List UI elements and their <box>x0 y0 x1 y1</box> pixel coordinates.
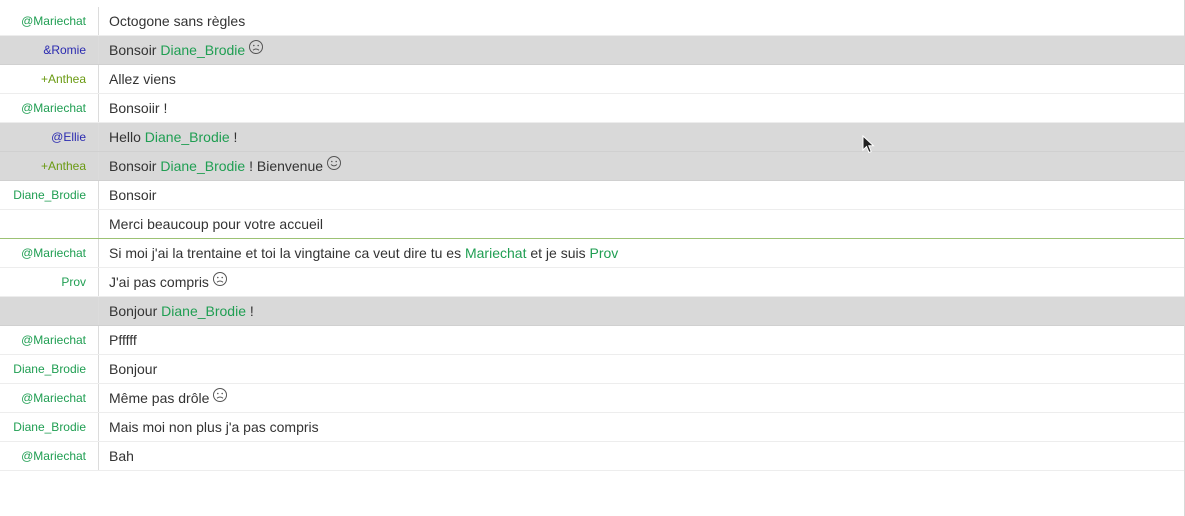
nick-mention[interactable]: Diane_Brodie <box>160 42 245 58</box>
message-fragment: Bonsoir <box>109 42 161 58</box>
nick-mention[interactable]: Diane_Brodie <box>161 303 246 319</box>
message-nick[interactable]: @Mariechat <box>0 239 99 267</box>
message-text: Allez viens <box>99 65 1184 93</box>
chat-message-row: Diane_Brodie Bonsoir <box>0 181 1184 210</box>
message-text: Merci beaucoup pour votre accueil <box>99 210 1184 238</box>
message-text: Bah <box>99 442 1184 470</box>
sad-smiley-icon <box>248 40 264 58</box>
chat-message-row: Diane_Brodie Bonjour <box>0 355 1184 384</box>
message-fragment: Merci beaucoup pour votre accueil <box>109 216 324 232</box>
message-fragment: Allez viens <box>109 71 176 87</box>
happy-smiley-icon <box>326 156 342 174</box>
message-nick[interactable]: +Anthea <box>0 152 99 180</box>
message-fragment: Octogone sans règles <box>109 13 246 29</box>
message-fragment: Bah <box>109 448 134 464</box>
message-nick[interactable] <box>0 297 99 325</box>
message-fragment: Mais moi non plus j'a pas compris <box>109 419 319 435</box>
message-fragment: ! <box>246 303 254 319</box>
message-nick[interactable]: @Mariechat <box>0 442 99 470</box>
message-nick[interactable]: Diane_Brodie <box>0 413 99 441</box>
chat-message-row: @Mariechat Bah <box>0 442 1184 471</box>
chat-message-row: Diane_Brodie Mais moi non plus j'a pas co… <box>0 413 1184 442</box>
message-fragment: et je suis <box>526 245 590 261</box>
message-fragment: Pfffff <box>109 332 137 348</box>
message-nick[interactable]: Diane_Brodie <box>0 355 99 383</box>
chat-message-row: Bonjour Diane_Brodie ! <box>0 297 1184 326</box>
message-nick[interactable]: Prov <box>0 268 99 296</box>
sad-smiley-icon <box>212 272 228 290</box>
chat-message-row: @Mariechat Bonsoiir ! <box>0 94 1184 123</box>
message-fragment: ! Bienvenue <box>245 158 324 174</box>
message-fragment: Bonsoir <box>109 158 161 174</box>
chat-message-row: @Mariechat Pfffff <box>0 326 1184 355</box>
message-fragment: ! <box>229 129 238 145</box>
message-nick[interactable]: @Mariechat <box>0 326 99 354</box>
message-text: Bonsoiir ! <box>99 94 1184 122</box>
message-nick[interactable]: &Romie <box>0 36 99 64</box>
chat-message-row: +Anthea Bonsoir Diane_Brodie ! Bienvenue <box>0 152 1184 181</box>
message-nick[interactable]: @Mariechat <box>0 7 99 35</box>
message-text: Octogone sans règles <box>99 7 1184 35</box>
chat-message-row: @Ellie Hello Diane_Brodie ! <box>0 123 1184 152</box>
chat-message-list[interactable]: @Mariechat Octogone sans règles &Romie Bons… <box>0 7 1184 471</box>
mouse-pointer-icon <box>862 135 875 154</box>
message-fragment: Bonjour <box>109 303 162 319</box>
nick-mention[interactable]: Prov <box>589 245 618 261</box>
message-nick[interactable]: Diane_Brodie <box>0 181 99 209</box>
message-text: Pfffff <box>99 326 1184 354</box>
message-nick[interactable]: @Mariechat <box>0 384 99 412</box>
message-nick[interactable]: @Mariechat <box>0 94 99 122</box>
message-fragment: Même pas drôle <box>109 390 210 406</box>
nick-mention[interactable]: Mariechat <box>465 245 526 261</box>
message-nick[interactable]: @Ellie <box>0 123 99 151</box>
chat-message-row: @Mariechat Même pas drôle <box>0 384 1184 413</box>
message-text: Hello Diane_Brodie ! <box>99 123 1184 151</box>
message-text: Si moi j'ai la trentaine et toi la vingt… <box>99 239 1184 267</box>
message-nick[interactable] <box>0 210 99 238</box>
message-nick[interactable]: +Anthea <box>0 65 99 93</box>
chat-message-row: @Mariechat Octogone sans règles <box>0 7 1184 36</box>
message-fragment: Si moi j'ai la trentaine et toi la vingt… <box>109 245 465 261</box>
message-fragment: Bonsoiir ! <box>109 100 168 116</box>
sad-smiley-icon <box>212 388 228 406</box>
message-fragment: Hello <box>109 129 145 145</box>
chat-message-row: Prov J'ai pas compris <box>0 268 1184 297</box>
message-text: Bonsoir Diane_Brodie ! Bienvenue <box>99 152 1184 180</box>
chat-message-row: +Anthea Allez viens <box>0 65 1184 94</box>
chat-message-row: Merci beaucoup pour votre accueil <box>0 210 1184 239</box>
nick-mention[interactable]: Diane_Brodie <box>145 129 230 145</box>
message-fragment: J'ai pas compris <box>109 274 209 290</box>
message-fragment: Bonsoir <box>109 187 157 203</box>
message-text: Bonsoir <box>99 181 1184 209</box>
message-text: Même pas drôle <box>99 384 1184 412</box>
nick-mention[interactable]: Diane_Brodie <box>160 158 245 174</box>
message-text: Bonjour Diane_Brodie ! <box>99 297 1184 325</box>
message-text: Bonjour <box>99 355 1184 383</box>
message-text: J'ai pas compris <box>99 268 1184 296</box>
chat-message-row: @Mariechat Si moi j'ai la trentaine et to… <box>0 239 1184 268</box>
message-fragment: Bonjour <box>109 361 158 377</box>
message-text: Mais moi non plus j'a pas compris <box>99 413 1184 441</box>
chat-message-row: &Romie Bonsoir Diane_Brodie <box>0 36 1184 65</box>
message-text: Bonsoir Diane_Brodie <box>99 36 1184 64</box>
